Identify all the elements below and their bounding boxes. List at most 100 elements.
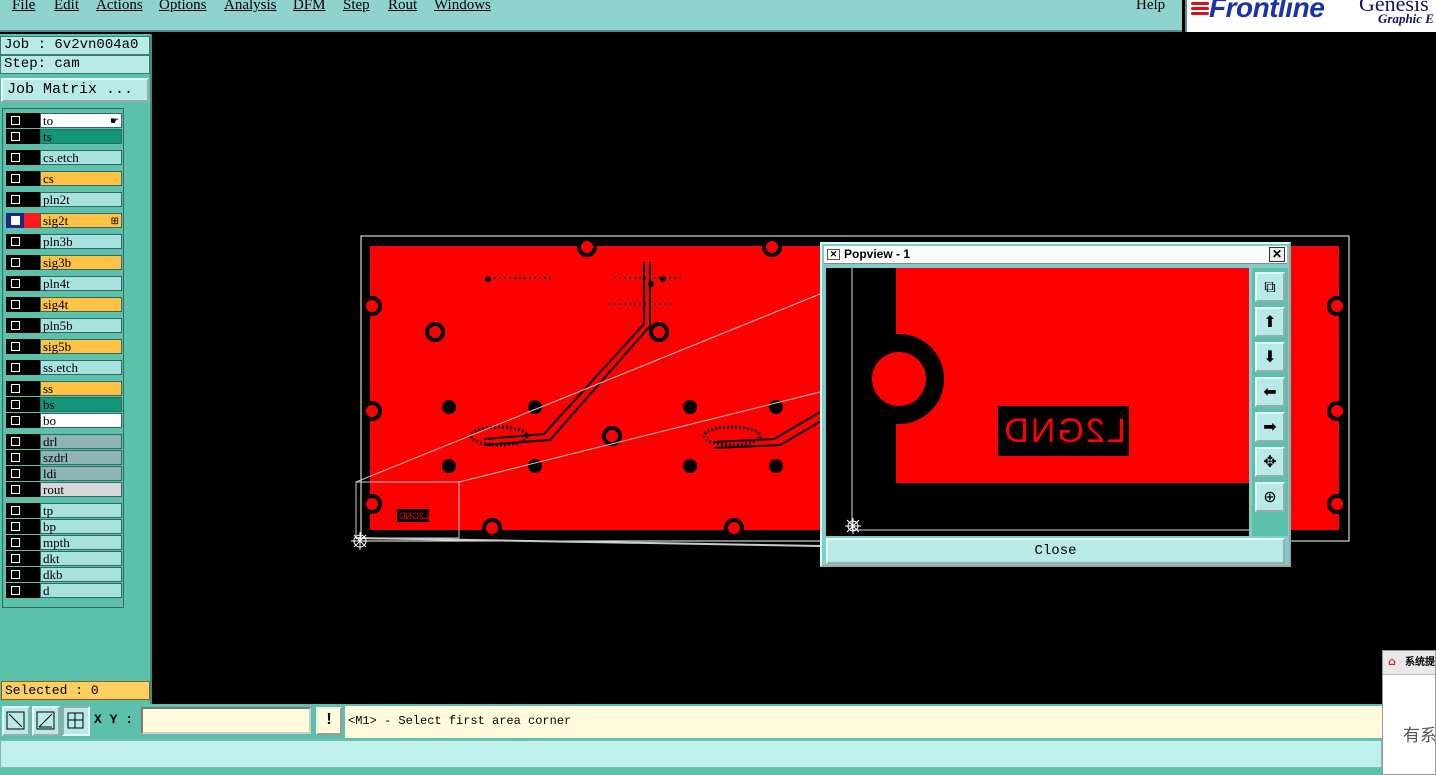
popview-canvas[interactable]: L2GND <box>826 268 1249 536</box>
layer-name[interactable]: pln3b <box>40 234 122 249</box>
layer-row[interactable]: d <box>6 583 122 598</box>
layer-checkbox[interactable] <box>6 360 24 375</box>
layer-row[interactable]: sig4t <box>6 297 122 312</box>
layer-name[interactable]: tp <box>40 503 122 518</box>
menu-analysis[interactable]: Analysis <box>224 0 277 14</box>
layer-row[interactable]: pln2t <box>6 192 122 207</box>
layer-row[interactable]: pln4t <box>6 276 122 291</box>
measure-tool-button[interactable] <box>2 706 30 736</box>
layer-color-swatch[interactable] <box>24 129 40 144</box>
layer-row[interactable]: dkb <box>6 567 122 582</box>
exclaim-button[interactable]: ! <box>316 707 342 735</box>
layer-checkbox[interactable] <box>6 339 24 354</box>
menu-options[interactable]: Options <box>159 0 207 14</box>
layer-color-swatch[interactable] <box>24 434 40 449</box>
layer-color-swatch[interactable] <box>24 519 40 534</box>
layer-color-swatch[interactable] <box>24 171 40 186</box>
popview-titlebar[interactable]: ✕ Popview - 1 ✕ <box>824 246 1287 264</box>
layer-checkbox[interactable] <box>6 551 24 566</box>
layer-color-swatch[interactable] <box>24 397 40 412</box>
layer-row[interactable]: sig2t ⊞ <box>6 213 122 228</box>
layer-name[interactable]: pln4t <box>40 276 122 291</box>
popview-window[interactable]: ✕ Popview - 1 ✕ L2GND ⧉ ⬆ ⬇ ⬅ ➡ ✥ ⊕ Close <box>820 242 1291 567</box>
layer-checkbox[interactable] <box>6 381 24 396</box>
layer-color-swatch[interactable] <box>24 192 40 207</box>
layer-checkbox[interactable] <box>6 297 24 312</box>
layer-color-swatch[interactable] <box>24 535 40 550</box>
layer-row[interactable]: pln5b <box>6 318 122 333</box>
layer-row[interactable]: sig3b <box>6 255 122 270</box>
layer-color-swatch[interactable] <box>24 113 40 128</box>
layer-row[interactable]: mpth <box>6 535 122 550</box>
layer-checkbox[interactable] <box>6 535 24 550</box>
layer-row[interactable]: bo <box>6 413 122 428</box>
menu-help[interactable]: Help <box>1136 0 1165 14</box>
layer-color-swatch[interactable] <box>24 381 40 396</box>
layer-name[interactable]: bo <box>40 413 122 428</box>
layer-name[interactable]: cs <box>40 171 122 186</box>
layer-name[interactable]: pln2t <box>40 192 122 207</box>
layer-name[interactable]: rout <box>40 482 122 497</box>
menu-step[interactable]: Step <box>343 0 370 14</box>
layer-name[interactable]: pln5b <box>40 318 122 333</box>
pan-up-button[interactable]: ⬆ <box>1255 307 1285 337</box>
layer-row[interactable]: cs <box>6 171 122 186</box>
layer-color-swatch[interactable] <box>24 482 40 497</box>
layer-color-swatch[interactable] <box>24 234 40 249</box>
layer-name[interactable]: drl <box>40 434 122 449</box>
layer-checkbox[interactable] <box>6 482 24 497</box>
layer-checkbox[interactable] <box>6 192 24 207</box>
layer-row[interactable]: pln3b <box>6 234 122 249</box>
layer-name[interactable]: to ☛ <box>40 113 122 128</box>
layer-row[interactable]: cs.etch <box>6 150 122 165</box>
layer-name[interactable]: d <box>40 583 122 598</box>
layer-color-swatch[interactable] <box>24 150 40 165</box>
close-button[interactable]: Close <box>826 538 1285 564</box>
layer-name[interactable]: dkb <box>40 567 122 582</box>
layer-color-swatch[interactable] <box>24 503 40 518</box>
layer-checkbox[interactable] <box>6 255 24 270</box>
layer-row[interactable]: bs <box>6 397 122 412</box>
layer-checkbox[interactable] <box>6 171 24 186</box>
layer-color-swatch[interactable] <box>24 318 40 333</box>
zoom-window-button[interactable]: ⧉ <box>1255 272 1285 302</box>
pan-down-button[interactable]: ⬇ <box>1255 342 1285 372</box>
job-matrix-button[interactable]: Job Matrix ... <box>1 78 149 102</box>
xy-input[interactable] <box>141 707 311 734</box>
menu-windows[interactable]: Windows <box>434 0 491 14</box>
layer-color-swatch[interactable] <box>24 276 40 291</box>
layer-color-swatch[interactable] <box>24 213 40 228</box>
layer-name[interactable]: ts <box>40 129 122 144</box>
layer-row[interactable]: to ☛ <box>6 113 122 128</box>
layer-name[interactable]: ss <box>40 381 122 396</box>
zoom-out-button[interactable]: ⊕ <box>1255 482 1285 512</box>
layer-checkbox[interactable] <box>6 213 24 228</box>
layer-name[interactable]: dkt <box>40 551 122 566</box>
layer-checkbox[interactable] <box>6 567 24 582</box>
layer-color-swatch[interactable] <box>24 413 40 428</box>
layer-color-swatch[interactable] <box>24 339 40 354</box>
pan-right-button[interactable]: ➡ <box>1255 412 1285 442</box>
layer-checkbox[interactable] <box>6 434 24 449</box>
layer-row[interactable]: tp <box>6 503 122 518</box>
layer-checkbox[interactable] <box>6 276 24 291</box>
layer-row[interactable]: ldi <box>6 466 122 481</box>
layer-name[interactable]: ldi <box>40 466 122 481</box>
layer-row[interactable]: sig5b <box>6 339 122 354</box>
layer-color-swatch[interactable] <box>24 360 40 375</box>
layer-name[interactable]: sig2t ⊞ <box>40 213 122 228</box>
layer-checkbox[interactable] <box>6 397 24 412</box>
layer-name[interactable]: sig4t <box>40 297 122 312</box>
layer-color-swatch[interactable] <box>24 551 40 566</box>
angle-tool-button[interactable] <box>32 706 60 736</box>
layer-row[interactable]: szdrl <box>6 450 122 465</box>
layer-row[interactable]: dkt <box>6 551 122 566</box>
pan-left-button[interactable]: ⬅ <box>1255 377 1285 407</box>
layer-checkbox[interactable] <box>6 503 24 518</box>
system-notification[interactable]: ⌂ 系统提 有系 <box>1382 650 1436 775</box>
layer-name[interactable]: cs.etch <box>40 150 122 165</box>
layer-name[interactable]: bp <box>40 519 122 534</box>
layer-name[interactable]: ss.etch <box>40 360 122 375</box>
menu-edit[interactable]: Edit <box>54 0 79 14</box>
layer-color-swatch[interactable] <box>24 297 40 312</box>
